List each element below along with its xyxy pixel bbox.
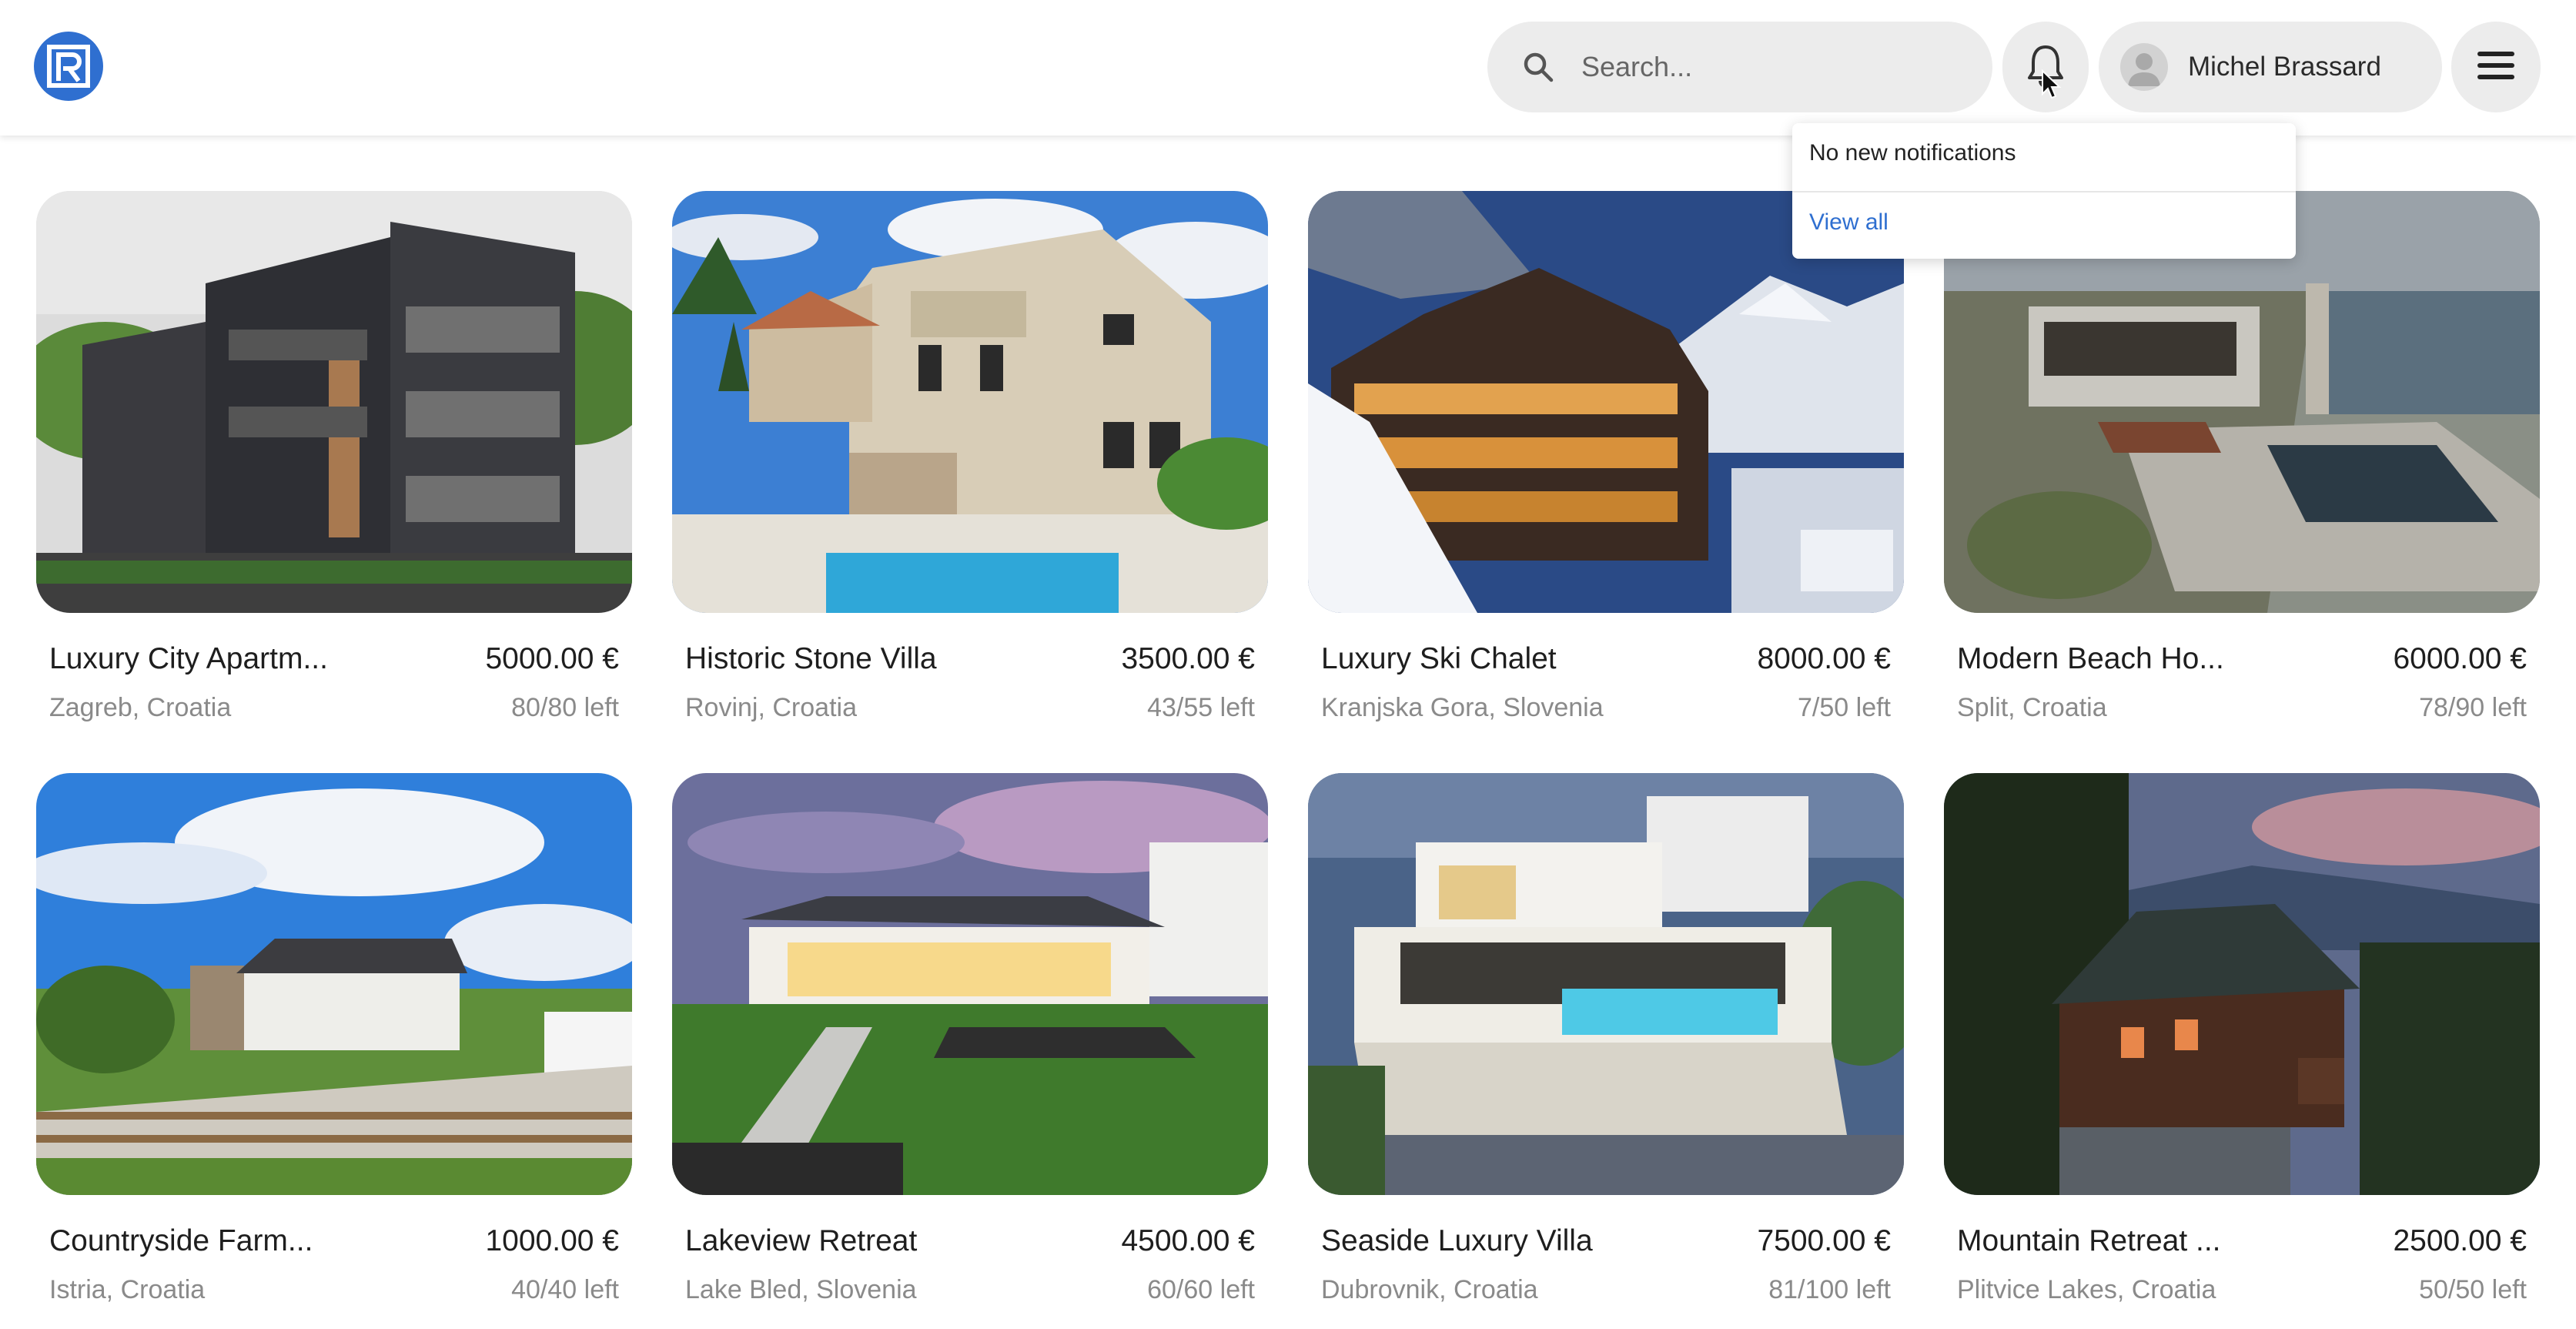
listing-location: Rovinj, Croatia xyxy=(685,693,857,722)
listing-location: Lake Bled, Slovenia xyxy=(685,1275,917,1304)
listing-availability: 40/40 left xyxy=(511,1275,619,1304)
listing-location: Zagreb, Croatia xyxy=(49,693,232,722)
listing-photo[interactable] xyxy=(672,191,1268,613)
listing-location: Dubrovnik, Croatia xyxy=(1321,1275,1538,1304)
listing-availability: 7/50 left xyxy=(1798,693,1891,722)
listing-title: Luxury City Apartm... xyxy=(49,642,328,675)
listing-title: Mountain Retreat ... xyxy=(1957,1224,2221,1257)
listing-location: Plitvice Lakes, Croatia xyxy=(1957,1275,2216,1304)
listing-card[interactable]: Historic Stone Villa 3500.00 € Rovinj, C… xyxy=(672,191,1268,722)
listing-title: Lakeview Retreat xyxy=(685,1224,918,1257)
view-all-link[interactable]: View all xyxy=(1809,209,1889,236)
listing-availability: 60/60 left xyxy=(1147,1275,1255,1304)
notifications-empty-message: No new notifications xyxy=(1809,140,2016,166)
listing-price: 1000.00 € xyxy=(485,1224,619,1257)
listing-price: 6000.00 € xyxy=(2393,642,2527,675)
search-input[interactable] xyxy=(1580,50,1983,84)
notifications-dropdown: No new notifications View all xyxy=(1792,123,2296,259)
listing-card[interactable]: Lakeview Retreat 4500.00 € Lake Bled, Sl… xyxy=(672,773,1268,1304)
listing-availability: 81/100 left xyxy=(1768,1275,1891,1304)
mouse-cursor-icon xyxy=(2040,69,2062,104)
listing-price: 3500.00 € xyxy=(1121,642,1255,675)
listing-price: 7500.00 € xyxy=(1757,1224,1891,1257)
listing-card[interactable]: Luxury City Apartm... 5000.00 € Zagreb, … xyxy=(36,191,632,722)
listing-title: Luxury Ski Chalet xyxy=(1321,642,1557,675)
logo-icon[interactable] xyxy=(34,32,103,101)
listing-price: 5000.00 € xyxy=(485,642,619,675)
listing-location: Kranjska Gora, Slovenia xyxy=(1321,693,1604,722)
listing-location: Split, Croatia xyxy=(1957,693,2107,722)
listing-card[interactable]: Countryside Farm... 1000.00 € Istria, Cr… xyxy=(36,773,632,1304)
listing-photo[interactable] xyxy=(1944,773,2540,1195)
listing-availability: 78/90 left xyxy=(2419,693,2527,722)
listing-card[interactable]: Seaside Luxury Villa 7500.00 € Dubrovnik… xyxy=(1308,773,1904,1304)
listing-price: 4500.00 € xyxy=(1121,1224,1255,1257)
listing-photo[interactable] xyxy=(36,191,632,613)
avatar xyxy=(2120,43,2168,91)
listing-photo[interactable] xyxy=(672,773,1268,1195)
hamburger-menu-icon xyxy=(2476,49,2516,86)
listing-price: 8000.00 € xyxy=(1757,642,1891,675)
listing-title: Modern Beach Ho... xyxy=(1957,642,2224,675)
listing-availability: 43/55 left xyxy=(1147,693,1255,722)
listing-card[interactable]: Mountain Retreat ... 2500.00 € Plitvice … xyxy=(1944,773,2540,1304)
listing-photo[interactable] xyxy=(36,773,632,1195)
divider xyxy=(1792,191,2296,192)
menu-button[interactable] xyxy=(2451,22,2541,112)
top-bar: Michel Brassard xyxy=(0,0,2576,136)
listing-title: Countryside Farm... xyxy=(49,1224,313,1257)
listing-title: Historic Stone Villa xyxy=(685,642,937,675)
user-name: Michel Brassard xyxy=(2188,52,2381,82)
listing-availability: 50/50 left xyxy=(2419,1275,2527,1304)
listing-photo[interactable] xyxy=(1308,773,1904,1195)
listing-availability: 80/80 left xyxy=(511,693,619,722)
user-profile-button[interactable]: Michel Brassard xyxy=(2099,22,2442,112)
listing-price: 2500.00 € xyxy=(2393,1224,2527,1257)
listing-location: Istria, Croatia xyxy=(49,1275,206,1304)
search-icon xyxy=(1518,47,1558,87)
listing-title: Seaside Luxury Villa xyxy=(1321,1224,1593,1257)
search-bar[interactable] xyxy=(1487,22,1992,112)
